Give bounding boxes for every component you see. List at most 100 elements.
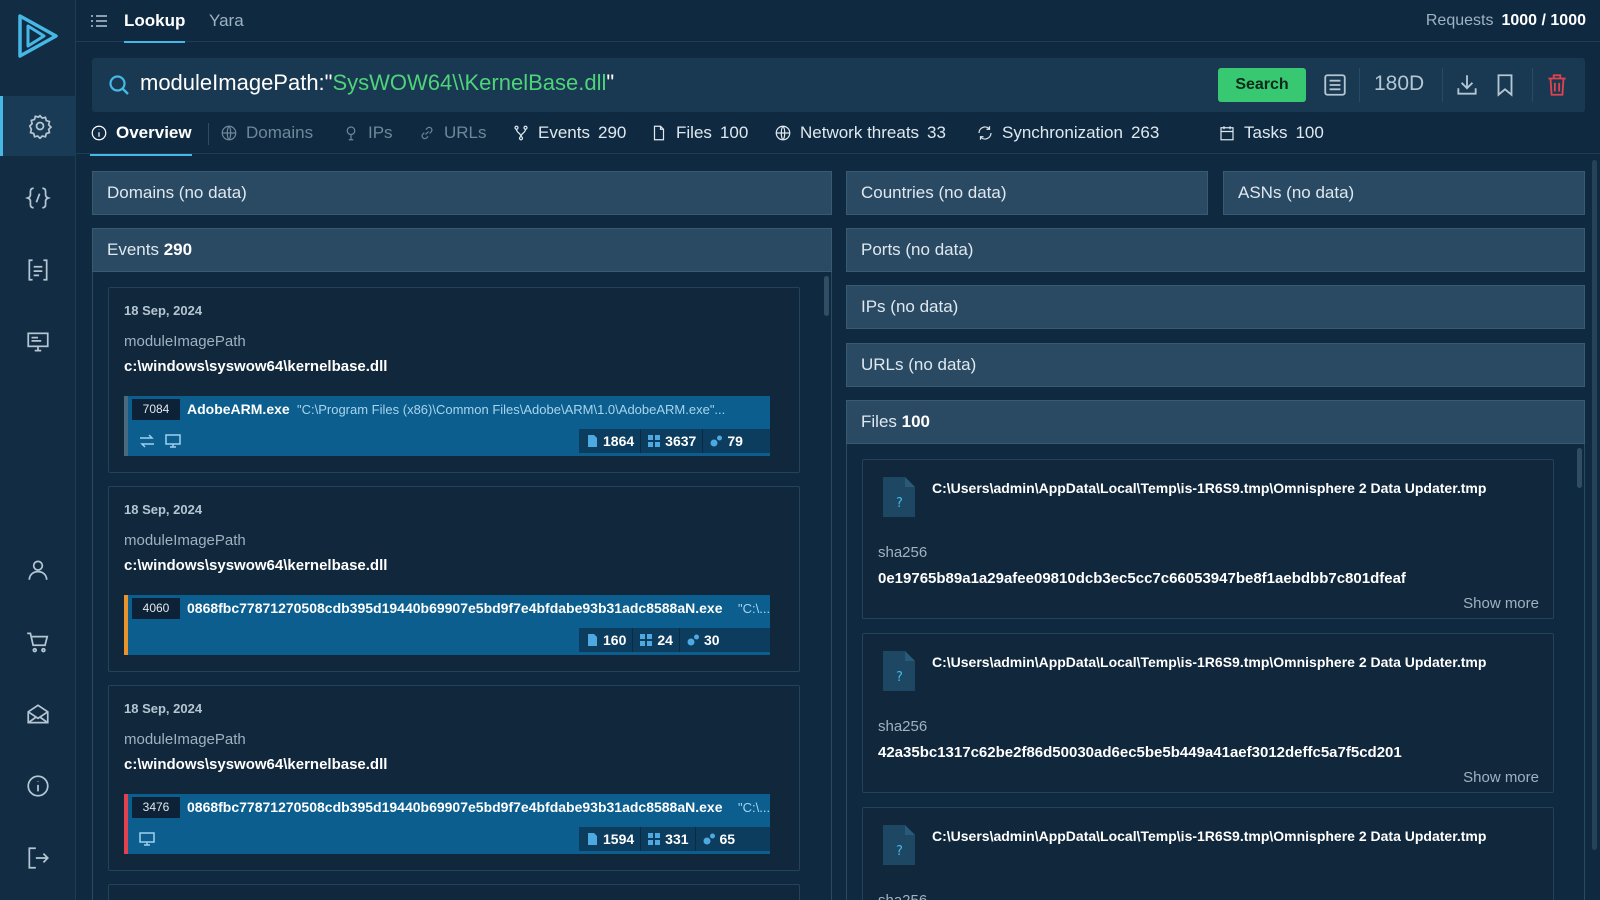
urls-panel-header[interactable]: URLs (no data) xyxy=(846,343,1585,387)
domains-panel-header[interactable]: Domains (no data) xyxy=(92,171,832,215)
sidebar-item-reports[interactable] xyxy=(0,240,76,300)
info-icon xyxy=(91,125,107,141)
sidebar-item-yara[interactable] xyxy=(0,168,76,228)
stat-modules: 65 xyxy=(696,827,742,851)
show-more-link[interactable]: Show more xyxy=(1463,769,1539,786)
file-hash: 0e19765b89a1a29afee09810dcb3ec5cc7c66053… xyxy=(878,570,1406,587)
asns-panel-header[interactable]: ASNs (no data) xyxy=(1223,171,1585,215)
stat-registry-value: 24 xyxy=(657,632,673,648)
top-bar: Lookup Yara Requests 1000 / 1000 xyxy=(76,0,1600,43)
events-panel-count: 290 xyxy=(163,240,193,259)
tab-events[interactable]: Events 290 xyxy=(512,123,626,143)
tab-urls-label: URLs xyxy=(444,123,487,142)
event-card[interactable]: 18 Sep, 2024 moduleImagePath c:\windows\… xyxy=(108,685,800,871)
process-pid: 4060 xyxy=(132,598,180,619)
sidebar-item-mail[interactable] xyxy=(0,684,76,744)
process-row[interactable]: 7084 AdobeARM.exe "C:\Program Files (x86… xyxy=(124,396,770,456)
sidebar-item-logout[interactable] xyxy=(0,828,76,888)
process-pid: 3476 xyxy=(132,797,180,818)
tab-urls[interactable]: URLs xyxy=(418,123,487,143)
files-panel-count: 100 xyxy=(901,412,931,431)
svg-text:?: ? xyxy=(896,670,903,685)
unknown-file-icon: ? xyxy=(883,825,915,865)
stat-files-value: 1864 xyxy=(603,433,635,449)
app-logo-icon[interactable] xyxy=(16,12,60,60)
tab-files-count: 100 xyxy=(719,123,749,142)
files-panel-header[interactable]: Files 100 xyxy=(846,400,1585,444)
query-details-button[interactable] xyxy=(1322,72,1348,98)
file-hash-label: sha256 xyxy=(878,544,928,561)
events-panel-header[interactable]: Events 290 xyxy=(92,228,832,272)
registry-icon xyxy=(640,634,653,646)
page-scrollbar[interactable] xyxy=(1592,160,1597,850)
ips-panel-header[interactable]: IPs (no data) xyxy=(846,285,1585,329)
process-command-line: "C:\... xyxy=(738,601,771,616)
tab-ips[interactable]: IPs xyxy=(342,123,393,143)
sidebar-item-lookup[interactable] xyxy=(0,96,76,156)
event-key: moduleImagePath xyxy=(124,333,246,350)
stat-files-value: 1594 xyxy=(603,831,635,847)
search-input[interactable]: moduleImagePath:"SysWOW64\\KernelBase.dl… xyxy=(140,70,614,96)
file-path: C:\Users\admin\AppData\Local\Temp\is-1R6… xyxy=(932,480,1487,496)
tab-network-threats[interactable]: Network threats 33 xyxy=(774,123,946,143)
sidebar-item-info[interactable] xyxy=(0,756,76,816)
tab-tasks[interactable]: Tasks 100 xyxy=(1218,123,1324,143)
bookmark-button[interactable] xyxy=(1492,72,1518,98)
tab-domains[interactable]: Domains xyxy=(220,123,313,143)
countries-panel-header[interactable]: Countries (no data) xyxy=(846,171,1208,215)
ports-panel-header[interactable]: Ports (no data) xyxy=(846,228,1585,272)
file-card[interactable]: ? C:\Users\admin\AppData\Local\Temp\is-1… xyxy=(862,807,1554,900)
download-icon xyxy=(1457,75,1477,95)
file-path: C:\Users\admin\AppData\Local\Temp\is-1R6… xyxy=(932,654,1487,670)
unknown-file-icon: ? xyxy=(883,651,915,691)
trash-icon xyxy=(1548,74,1566,96)
show-more-link[interactable]: Show more xyxy=(1463,595,1539,612)
tab-yara[interactable]: Yara xyxy=(209,11,244,31)
tab-overview[interactable]: Overview xyxy=(90,123,192,156)
event-card[interactable]: 18 Sep, 2024 moduleImagePath c:\windows\… xyxy=(108,287,800,473)
unknown-file-icon: ? xyxy=(883,477,915,517)
info-icon xyxy=(27,775,49,797)
tab-network-threats-label: Network threats xyxy=(800,123,920,142)
file-icon xyxy=(588,634,597,646)
file-card[interactable]: ? C:\Users\admin\AppData\Local\Temp\is-1… xyxy=(862,633,1554,793)
event-card[interactable] xyxy=(108,884,800,900)
search-bar: moduleImagePath:"SysWOW64\\KernelBase.dl… xyxy=(92,58,1585,112)
tab-lookup[interactable]: Lookup xyxy=(124,11,186,43)
tab-synchronization[interactable]: Synchronization 263 xyxy=(976,123,1159,143)
tab-files[interactable]: Files 100 xyxy=(650,123,748,143)
link-icon xyxy=(421,126,433,140)
stat-files-value: 160 xyxy=(603,632,627,648)
menu-list-icon[interactable] xyxy=(90,13,108,29)
files-scrollbar[interactable] xyxy=(1577,448,1582,488)
file-hash-label: sha256 xyxy=(878,892,927,900)
file-card[interactable]: ? C:\Users\admin\AppData\Local\Temp\is-1… xyxy=(862,459,1554,619)
files-list: ? C:\Users\admin\AppData\Local\Temp\is-1… xyxy=(846,444,1585,900)
requests-label: Requests xyxy=(1425,12,1494,29)
gears-icon xyxy=(687,634,699,646)
tab-events-label: Events xyxy=(538,123,590,142)
sidebar-item-monitor[interactable] xyxy=(0,312,76,372)
gear-icon xyxy=(28,114,52,139)
stat-files: 1594 xyxy=(579,827,642,851)
process-row[interactable]: 3476 0868fbc77871270508cdb395d19440b6990… xyxy=(124,794,770,854)
stat-modules-value: 79 xyxy=(727,433,743,449)
search-button[interactable]: Search xyxy=(1218,68,1306,102)
file-path: C:\Users\admin\AppData\Local\Temp\is-1R6… xyxy=(932,828,1487,844)
tab-synchronization-label: Synchronization xyxy=(1002,123,1123,142)
monitor-icon xyxy=(27,332,49,352)
globe-alert-icon xyxy=(775,125,791,141)
period-selector[interactable]: 180D xyxy=(1374,72,1424,96)
events-scrollbar[interactable] xyxy=(824,276,829,316)
process-row[interactable]: 4060 0868fbc77871270508cdb395d19440b6990… xyxy=(124,595,770,655)
download-button[interactable] xyxy=(1454,72,1480,98)
sidebar-item-cart[interactable] xyxy=(0,612,76,672)
event-card[interactable]: 18 Sep, 2024 moduleImagePath c:\windows\… xyxy=(108,486,800,672)
events-list: 18 Sep, 2024 moduleImagePath c:\windows\… xyxy=(92,272,832,900)
sidebar-item-profile[interactable] xyxy=(0,540,76,600)
process-stats: 1864 3637 79 xyxy=(579,429,770,453)
delete-button[interactable] xyxy=(1544,72,1570,98)
process-command-line: "C:\Program Files (x86)\Common Files\Ado… xyxy=(297,402,726,417)
query-prefix: moduleImagePath:" xyxy=(140,70,333,95)
monitor-icon xyxy=(165,434,181,448)
